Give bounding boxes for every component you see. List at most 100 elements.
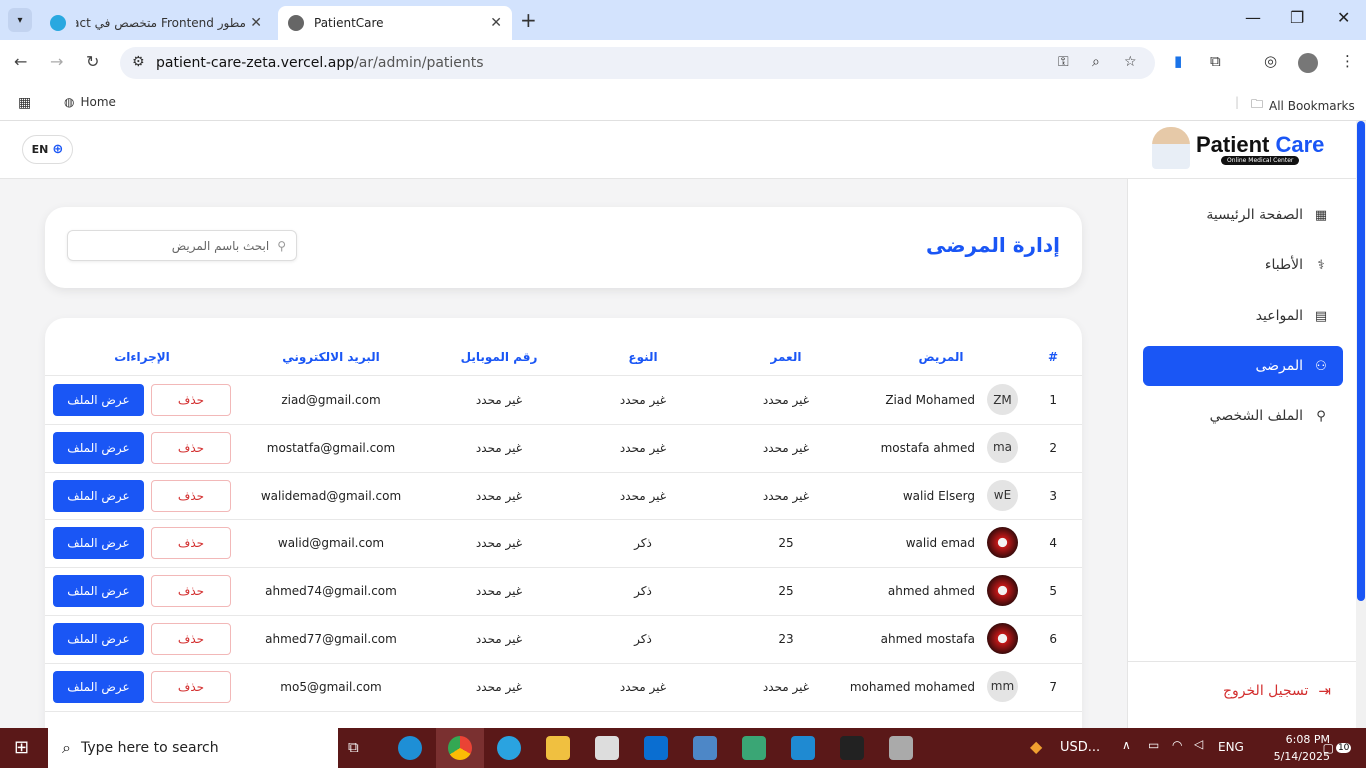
table-row: 4 walid emad 25 ذكر غير محدد walid@gmail.com ح… xyxy=(45,519,1082,567)
weather-icon[interactable]: ◆ xyxy=(1030,737,1042,756)
tab-search-button[interactable]: ▾ xyxy=(8,8,32,32)
vscode-icon[interactable] xyxy=(791,736,815,760)
delete-button[interactable]: حذف xyxy=(151,670,231,703)
app-icon[interactable] xyxy=(840,736,864,760)
cell-email: ahmed77@gmail.com xyxy=(265,632,397,646)
view-profile-button[interactable]: عرض الملف xyxy=(53,575,144,608)
taskbar-search-label: Type here to search xyxy=(80,740,219,756)
apps-icon[interactable]: ▦ xyxy=(18,95,31,111)
grid-icon: ▦ xyxy=(1314,207,1328,223)
app-icon[interactable] xyxy=(693,736,717,760)
language-toggle[interactable]: EN ⊕ xyxy=(22,135,73,164)
sidebar-item-appointments[interactable]: المواعيد ▤ xyxy=(1143,296,1343,336)
new-tab-button[interactable]: + xyxy=(520,8,537,32)
delete-button[interactable]: حذف xyxy=(151,623,231,655)
table-row: 5 ahmed ahmed 25 ذكر غير محدد ahmed74@gmail.c… xyxy=(45,567,1082,615)
menu-icon[interactable]: ⋮ xyxy=(1340,52,1355,70)
star-icon[interactable]: ☆ xyxy=(1124,54,1137,70)
zoom-icon[interactable]: ⌕ xyxy=(1092,54,1100,70)
close-icon[interactable]: ✕ xyxy=(250,15,262,31)
calculator-icon[interactable] xyxy=(889,736,913,760)
avatar xyxy=(987,527,1018,559)
patient-name: walid emad xyxy=(905,536,975,551)
view-profile-button[interactable]: عرض الملف xyxy=(53,623,144,655)
date: 5/14/2025 xyxy=(1273,750,1330,763)
site-info-icon[interactable]: ⚙ xyxy=(132,54,145,70)
performance-icon[interactable]: ◎ xyxy=(1264,52,1277,70)
cell-mobile: غير محدد xyxy=(475,584,523,599)
table-row: 6 ahmed mostafa 23 ذكر غير محدد ahmed77@gmail… xyxy=(45,615,1082,663)
view-profile-button[interactable]: عرض الملف xyxy=(53,384,144,416)
reload-icon[interactable]: ↻ xyxy=(86,52,99,71)
sidebar-item-patients[interactable]: المرضى ⚇ xyxy=(1143,346,1343,386)
puzzle-icon[interactable]: ⧉ xyxy=(1210,52,1221,70)
chrome-icon[interactable] xyxy=(448,736,472,760)
cell-email: walid@gmail.com xyxy=(277,536,385,551)
cell-gender: غير محدد xyxy=(619,488,667,503)
delete-button[interactable]: حذف xyxy=(151,384,231,416)
taskbar-search[interactable]: ⌕ Type here to search xyxy=(48,728,338,768)
window-close-icon[interactable]: ✕ xyxy=(1337,8,1350,27)
all-bookmarks[interactable]: 🗀 All Bookmarks xyxy=(1251,95,1355,116)
scrollbar-thumb[interactable] xyxy=(1357,121,1365,601)
view-profile-button[interactable]: عرض الملف xyxy=(53,431,144,464)
delete-button[interactable]: حذف xyxy=(151,527,231,560)
users-icon: ⚇ xyxy=(1315,358,1327,374)
delete-button[interactable]: حذف xyxy=(151,431,231,464)
cell-age: غير محدد xyxy=(762,488,810,503)
extension-icon[interactable]: ▮ xyxy=(1174,52,1182,70)
divider xyxy=(45,710,1082,712)
close-icon[interactable]: ✕ xyxy=(490,15,502,31)
volume-icon[interactable]: ◁ xyxy=(1194,737,1203,751)
logo[interactable]: Patient Care Online Medical Center xyxy=(1152,127,1324,169)
app-icon[interactable] xyxy=(742,736,766,760)
site-icon xyxy=(50,15,66,31)
telegram-icon[interactable] xyxy=(497,736,521,760)
input-language[interactable]: ENG xyxy=(1218,740,1244,754)
bookmark-label: Home xyxy=(80,95,116,109)
folder-icon: 🗀 xyxy=(1251,97,1264,111)
notification-count: 10 xyxy=(1335,743,1352,753)
battery-icon[interactable]: ▭ xyxy=(1148,738,1159,752)
delete-button[interactable]: حذف xyxy=(151,575,231,608)
address-bar[interactable]: ⚙ patient-care-zeta.vercel.app/ar/admin/… xyxy=(120,47,1155,79)
page-scrollbar[interactable] xyxy=(1356,121,1366,728)
minimize-icon[interactable]: — xyxy=(1245,8,1261,27)
clock[interactable]: 6:08 PM 5/14/2025 xyxy=(1270,731,1330,765)
view-profile-button[interactable]: عرض الملف xyxy=(53,479,144,512)
avatar xyxy=(987,575,1018,607)
browser-toolbar: ← → ↻ ⚙ patient-care-zeta.vercel.app/ar/… xyxy=(0,40,1366,86)
chevron-up-icon[interactable]: ∧ xyxy=(1122,738,1131,752)
task-view-icon[interactable]: ⧉ xyxy=(348,738,372,762)
cell-mobile: غير محدد xyxy=(475,393,523,407)
store-icon[interactable] xyxy=(595,736,619,760)
url-path: /ar/admin/patients xyxy=(354,55,484,71)
browser-tab[interactable]: مطور Frontend متخصص في React ✕ xyxy=(40,6,272,40)
back-icon[interactable]: ← xyxy=(14,52,27,71)
key-icon[interactable]: ⚿ xyxy=(1058,54,1069,70)
sidebar-item-doctors[interactable]: الأطباء ⚕ xyxy=(1143,245,1343,285)
windows-start-icon[interactable]: ⊞ xyxy=(14,737,29,758)
forward-icon[interactable]: → xyxy=(50,52,63,71)
notification-center[interactable]: ▢ 10 xyxy=(1322,736,1352,760)
search-icon: ⌕ xyxy=(62,738,71,757)
profile-avatar[interactable] xyxy=(1298,53,1318,73)
cell-email: ahmed74@gmail.com xyxy=(265,584,397,599)
wifi-icon[interactable]: ◠ xyxy=(1172,738,1182,752)
weather-label[interactable]: USD... xyxy=(1060,740,1100,755)
cell-mobile: غير محدد xyxy=(475,536,523,551)
sidebar-item-profile[interactable]: الملف الشخصي ⚲ xyxy=(1143,396,1343,436)
edge-icon[interactable] xyxy=(398,736,422,760)
bookmark-home[interactable]: ◍ Home xyxy=(64,95,116,109)
browser-tab-active[interactable]: PatientCare ✕ xyxy=(278,6,512,40)
search-input[interactable]: ابحث باسم المريض ⚲ xyxy=(67,230,297,261)
restore-icon[interactable]: ❐ xyxy=(1290,8,1304,27)
logout-button[interactable]: تسجيل الخروج ⇥ xyxy=(1223,682,1331,700)
sidebar-item-home[interactable]: الصفحة الرئيسية ▦ xyxy=(1143,195,1343,235)
browser-tab-strip: ▾ مطور Frontend متخصص في React ✕ Patient… xyxy=(0,0,1366,40)
view-profile-button[interactable]: عرض الملف xyxy=(53,670,144,703)
outlook-icon[interactable] xyxy=(644,736,668,760)
view-profile-button[interactable]: عرض الملف xyxy=(53,527,144,560)
file-explorer-icon[interactable] xyxy=(546,736,570,760)
delete-button[interactable]: حذف xyxy=(151,479,231,512)
